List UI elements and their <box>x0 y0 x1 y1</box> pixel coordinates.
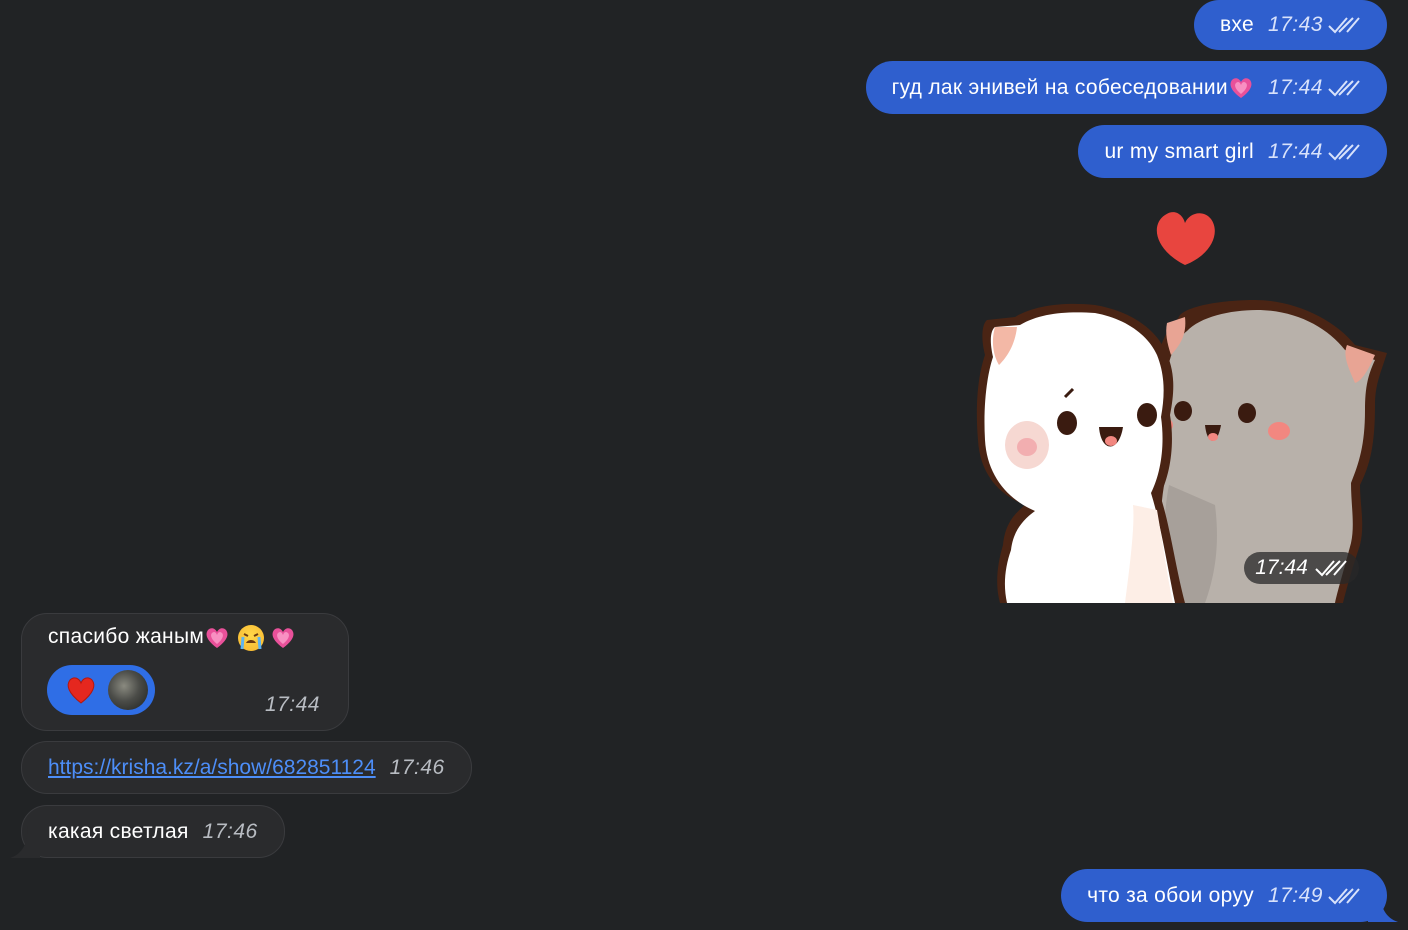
reaction-chip[interactable] <box>47 665 155 715</box>
message-time: 17:44 <box>1255 556 1308 579</box>
double-check-icon <box>1328 17 1360 34</box>
sparkling-heart-icon <box>206 628 228 648</box>
loudly-crying-face-icon <box>238 625 265 651</box>
message-time: 17:44 <box>1267 75 1323 99</box>
chat-view: вхе 17:43 гуд лак энивей на собеседовани… <box>0 0 1408 930</box>
outgoing-message[interactable]: что за обои оруу 17:49 <box>1061 869 1387 922</box>
incoming-message[interactable]: https://krisha.kz/a/show/682851124 17:46 <box>21 741 472 794</box>
double-check-icon <box>1328 143 1360 160</box>
message-text: спасибо жаным <box>48 625 205 648</box>
message-text: вхе <box>1219 13 1254 36</box>
red-heart-icon <box>67 677 95 704</box>
message-time: 17:43 <box>1267 13 1323 36</box>
bubble-tail <box>1368 890 1398 922</box>
sparkling-heart-icon <box>1230 77 1252 98</box>
outgoing-message[interactable]: вхе 17:43 <box>1193 0 1387 50</box>
message-text: какая светлая <box>48 819 189 843</box>
double-check-icon <box>1315 560 1347 577</box>
avatar <box>108 670 148 710</box>
message-text: что за обои оруу <box>1087 883 1254 907</box>
outgoing-message[interactable]: ur my smart girl 17:44 <box>1078 125 1387 178</box>
message-time: 17:49 <box>1267 883 1323 907</box>
cats-hug-sticker[interactable] <box>975 205 1390 605</box>
message-time: 17:46 <box>389 755 445 779</box>
message-text: ur my smart girl <box>1104 139 1254 163</box>
double-check-icon <box>1328 79 1360 96</box>
double-check-icon <box>1328 887 1360 904</box>
sparkling-heart-icon <box>272 628 294 648</box>
message-time: 17:44 <box>264 693 320 716</box>
message-time: 17:46 <box>202 819 258 843</box>
message-link[interactable]: https://krisha.kz/a/show/682851124 <box>48 755 376 781</box>
sticker-time-badge: 17:44 <box>1244 552 1359 584</box>
bubble-tail <box>10 826 40 858</box>
message-text: гуд лак энивей на собеседовании <box>891 75 1228 99</box>
message-time: 17:44 <box>1267 139 1323 163</box>
outgoing-message[interactable]: гуд лак энивей на собеседовании 17:44 <box>865 61 1387 114</box>
incoming-message[interactable]: какая светлая 17:46 <box>21 805 285 858</box>
